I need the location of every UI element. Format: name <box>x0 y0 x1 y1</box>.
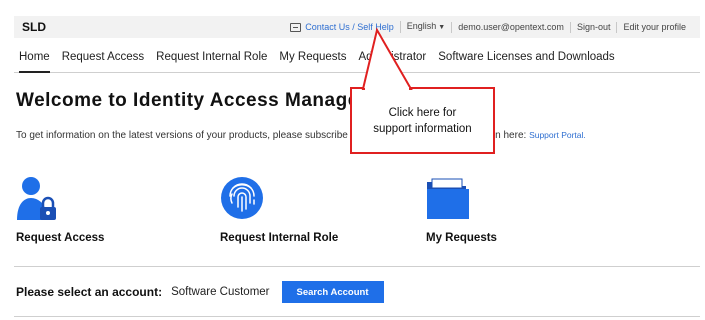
language-label: English <box>406 21 437 31</box>
user-email: demo.user@opentext.com <box>451 21 570 33</box>
brand-logo[interactable]: SLD <box>14 20 46 34</box>
edit-profile-link[interactable]: Edit your profile <box>616 21 692 33</box>
support-portal-link[interactable]: Support Portal. <box>529 130 586 140</box>
tile-label: Request Internal Role <box>220 232 339 244</box>
chat-icon <box>290 22 302 32</box>
account-select[interactable]: Software Customer <box>171 286 269 298</box>
callout-box: Click here for support information <box>350 87 495 154</box>
info-text: To get information on the latest version… <box>16 130 586 141</box>
search-account-button[interactable]: Search Account <box>281 281 384 303</box>
callout-line-1: Click here for <box>388 106 457 119</box>
language-selector[interactable]: English ▼ <box>399 21 451 33</box>
account-selector: Please select an account: Software Custo… <box>16 281 384 303</box>
tab-request-internal-role[interactable]: Request Internal Role <box>150 42 273 72</box>
tile-label: Request Access <box>16 232 105 244</box>
user-lock-icon <box>17 177 56 220</box>
contact-us-label: Contact Us / Self Help <box>305 21 394 32</box>
tab-request-access[interactable]: Request Access <box>56 42 150 72</box>
signout-link[interactable]: Sign-out <box>569 21 617 33</box>
account-label: Please select an account: <box>16 285 163 299</box>
tile-label: My Requests <box>426 232 497 244</box>
top-bar: SLD Contact Us / Self Help English ▼ demo… <box>14 16 700 38</box>
tab-software-licenses[interactable]: Software Licenses and Downloads <box>432 42 620 72</box>
tab-my-requests[interactable]: My Requests <box>273 42 352 72</box>
contact-us-link[interactable]: Contact Us / Self Help <box>284 22 400 33</box>
divider <box>14 316 700 317</box>
page-title: Welcome to Identity Access Management <box>16 90 407 111</box>
utility-links: Contact Us / Self Help English ▼ demo.use… <box>284 21 700 33</box>
divider <box>14 266 700 267</box>
tab-home[interactable]: Home <box>14 42 56 73</box>
chevron-down-icon: ▼ <box>438 24 446 31</box>
tab-administrator[interactable]: Administrator <box>353 42 433 72</box>
callout-line-2: support information <box>373 122 472 135</box>
main-nav: Home Request Access Request Internal Rol… <box>14 42 700 73</box>
folder-icon <box>427 178 469 219</box>
fingerprint-icon <box>221 177 263 219</box>
